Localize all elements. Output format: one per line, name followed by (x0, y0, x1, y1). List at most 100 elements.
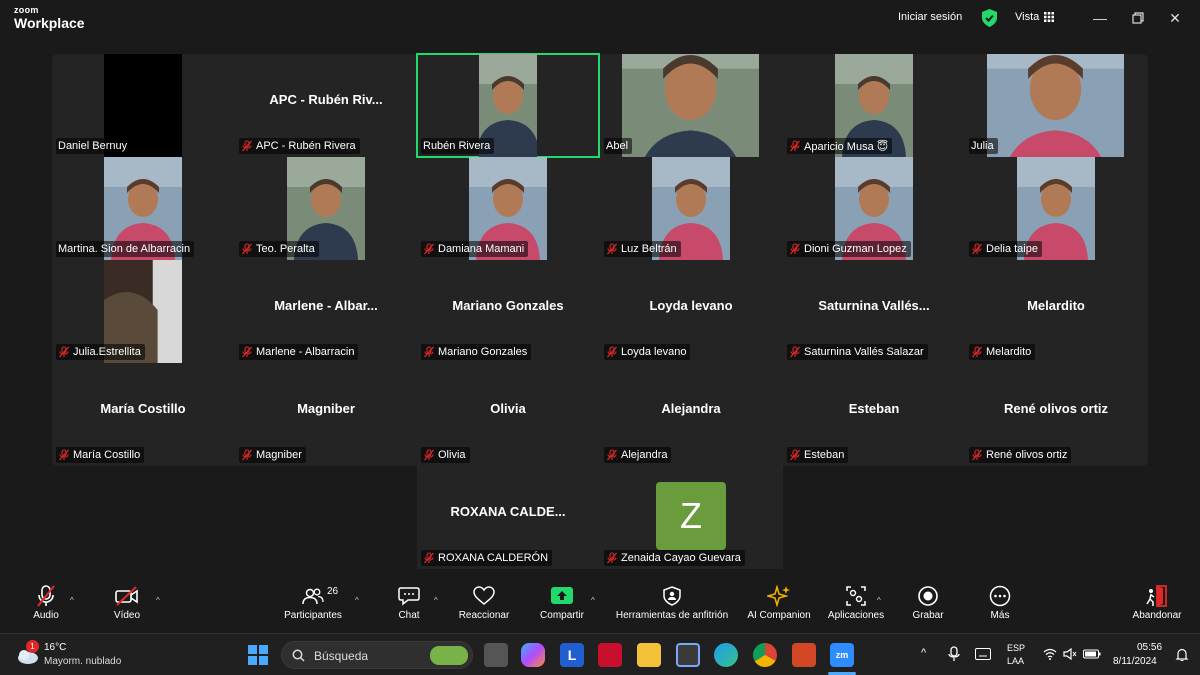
participant-name-large: Saturnina Vallés... (818, 298, 930, 313)
participant-tile[interactable]: Aparicio Musa 😇 (783, 54, 965, 157)
participant-tile[interactable]: Alejandra Alejandra (600, 363, 782, 466)
participant-tile[interactable]: Dioni Guzman Lopez (783, 157, 965, 260)
participant-name-large: Alejandra (661, 401, 721, 416)
participant-video (622, 54, 759, 157)
task-view-icon[interactable] (484, 643, 508, 667)
participant-name: APC - Rubén Rivera (256, 140, 356, 152)
participant-name-label: Rubén Rivera (421, 138, 495, 154)
participant-tile[interactable]: Martina. Sion de Albarracin (52, 157, 234, 260)
participant-tile[interactable]: Abel (600, 54, 782, 157)
participant-tile[interactable]: Julia.Estrellita (52, 260, 234, 363)
participants-button[interactable]: 26 Participantes (282, 582, 344, 632)
keyboard-layout-indicator[interactable]: LAA (1007, 656, 1024, 666)
more-button[interactable]: Más (980, 582, 1020, 632)
volume-muted-icon[interactable] (1063, 648, 1077, 660)
restore-icon[interactable] (1128, 8, 1148, 28)
ai-companion-button[interactable]: AI Companion (742, 582, 816, 632)
participant-name: Rubén Rivera (423, 140, 491, 152)
file-explorer-icon[interactable] (637, 643, 661, 667)
muted-mic-icon (59, 346, 69, 358)
windows-start-icon[interactable] (248, 645, 268, 665)
microsoft-store-icon[interactable] (676, 643, 700, 667)
apps-icon (846, 586, 866, 606)
share-options-chevron-up-icon[interactable]: ^ (591, 596, 595, 605)
participant-video (987, 54, 1124, 157)
weather-description[interactable]: Mayorm. nublado (44, 656, 121, 667)
participant-name-label: Damiana Mamani (421, 241, 529, 257)
participant-name-label: María Costillo (56, 447, 145, 463)
participant-name: Delia taipe (986, 243, 1038, 255)
zoom-taskbar-icon[interactable]: zm (830, 643, 854, 667)
audio-options-chevron-up-icon[interactable]: ^ (70, 596, 74, 605)
participant-tile[interactable]: Saturnina Vallés... Saturnina Vallés Sala… (783, 260, 965, 363)
participant-tile[interactable]: APC - Rubén Riv... APC - Rubén Rivera (235, 54, 417, 157)
participant-name: ROXANA CALDERÓN (438, 552, 549, 564)
participant-tile[interactable]: Rubén Rivera (416, 53, 600, 158)
muted-mic-icon (424, 346, 434, 358)
record-icon (918, 586, 938, 606)
participant-tile[interactable]: Marlene - Albar... Marlene - Albarracin (235, 260, 417, 363)
muted-microphone-icon (37, 585, 55, 607)
wifi-icon[interactable] (1043, 648, 1057, 660)
muted-mic-icon (59, 449, 69, 461)
participant-tile[interactable]: Luz Beltrán (600, 157, 782, 260)
participants-count: 26 (327, 586, 339, 597)
tray-chevron-up-icon[interactable]: ^ (921, 647, 926, 659)
taskbar-search-box[interactable]: Búsqueda (281, 641, 473, 669)
participant-tile[interactable]: Damiana Mamani (417, 157, 599, 260)
apps-options-chevron-up-icon[interactable]: ^ (877, 596, 881, 605)
participant-tile[interactable]: Mariano Gonzales Mariano Gonzales (417, 260, 599, 363)
participant-tile[interactable]: Esteban Esteban (783, 363, 965, 466)
weather-temperature[interactable]: 16°C (44, 642, 66, 653)
close-icon[interactable]: ✕ (1165, 8, 1185, 28)
grid-icon[interactable] (1044, 12, 1054, 22)
participants-options-chevron-up-icon[interactable]: ^ (355, 596, 359, 605)
minimize-icon[interactable]: — (1090, 8, 1110, 28)
chrome-icon[interactable] (753, 643, 777, 667)
participant-name-label: Melardito (969, 344, 1036, 360)
react-button[interactable]: Reaccionar (455, 582, 513, 632)
apps-button[interactable]: Aplicaciones (824, 582, 888, 632)
participant-tile[interactable]: Magniber Magniber (235, 363, 417, 466)
participant-name-label: Loyda levano (604, 344, 691, 360)
participant-tile[interactable]: Delia taipe (965, 157, 1147, 260)
participant-name-large: APC - Rubén Riv... (269, 92, 383, 107)
chat-button[interactable]: Chat (392, 582, 426, 632)
participant-tile[interactable]: Julia (965, 54, 1147, 157)
participant-name-label: Martina. Sion de Albarracin (56, 241, 195, 257)
keyboard-icon[interactable] (975, 648, 991, 660)
muted-mic-icon (242, 346, 252, 358)
participant-tile[interactable]: Teo. Peralta (235, 157, 417, 260)
participant-tile[interactable]: René olivos ortiz René olivos ortiz (965, 363, 1147, 466)
security-shield-icon[interactable] (982, 9, 997, 27)
tray-microphone-icon[interactable] (948, 646, 960, 662)
host-tools-button[interactable]: Herramientas de anfitrión (610, 582, 734, 632)
copilot-icon[interactable] (521, 643, 545, 667)
view-button[interactable]: Vista (1015, 11, 1039, 23)
notifications-bell-icon[interactable] (1175, 648, 1189, 662)
record-button[interactable]: Grabar (908, 582, 948, 632)
participant-tile[interactable]: Daniel Bernuy (52, 54, 234, 157)
clock-time[interactable]: 05:56 (1137, 642, 1162, 653)
signin-link[interactable]: Iniciar sesión (898, 11, 962, 23)
powerpoint-icon[interactable] (792, 643, 816, 667)
participant-tile[interactable]: Loyda levano Loyda levano (600, 260, 782, 363)
clock-date[interactable]: 8/11/2024 (1113, 656, 1157, 667)
participant-tile[interactable]: Melardito Melardito (965, 260, 1147, 363)
audio-button[interactable]: Audio (28, 582, 64, 632)
chat-options-chevron-up-icon[interactable]: ^ (434, 596, 438, 605)
participants-label: Participantes (284, 610, 342, 621)
app-l-icon[interactable]: L (560, 643, 584, 667)
video-options-chevron-up-icon[interactable]: ^ (156, 596, 160, 605)
participant-tile[interactable]: Olivia Olivia (417, 363, 599, 466)
leave-meeting-button[interactable]: Abandonar (1128, 582, 1186, 632)
share-screen-button[interactable]: Compartir (536, 582, 588, 632)
participant-name: Magniber (256, 449, 302, 461)
mcafee-icon[interactable] (598, 643, 622, 667)
edge-icon[interactable] (714, 643, 738, 667)
video-button[interactable]: Vídeo (108, 582, 146, 632)
language-indicator[interactable]: ESP (1007, 643, 1025, 653)
participant-tile[interactable]: ROXANA CALDE... ROXANA CALDERÓN (417, 466, 599, 569)
participant-tile[interactable]: María Costillo María Costillo (52, 363, 234, 466)
battery-icon[interactable] (1083, 648, 1101, 660)
